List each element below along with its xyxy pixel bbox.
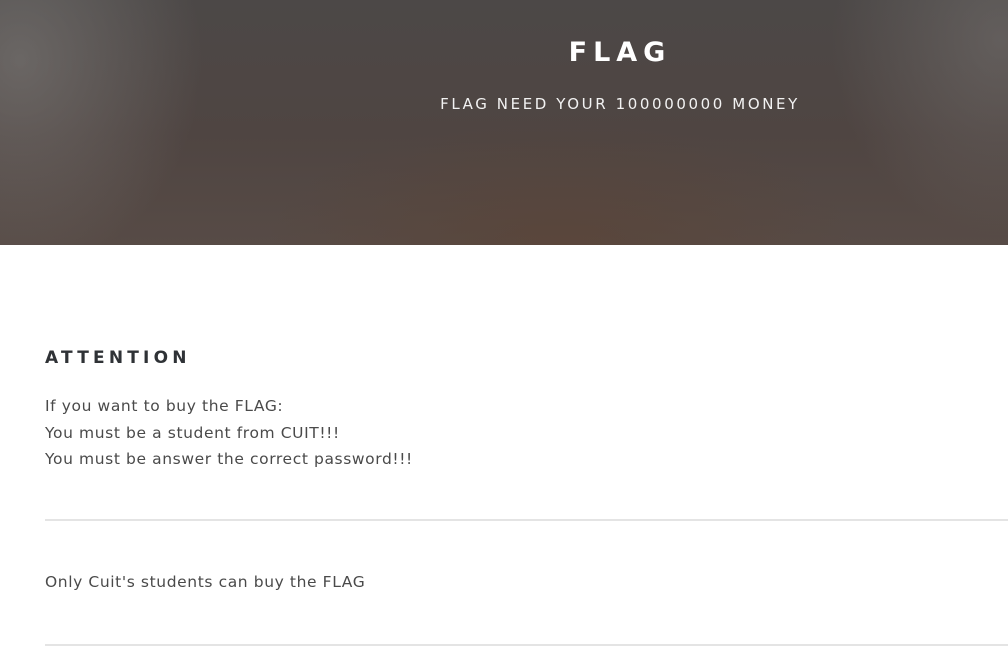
section-heading: ATTENTION [45, 348, 191, 368]
attention-line: If you want to buy the FLAG: [45, 397, 284, 415]
page-title: FLAG [568, 37, 672, 68]
attention-line: You must be a student from CUIT!!! [45, 423, 340, 442]
attention-text: If you want to buy the FLAG: You must be… [45, 393, 413, 473]
divider [45, 519, 1008, 521]
attention-line: You must be answer the correct password!… [45, 450, 413, 468]
divider [45, 644, 1008, 646]
page-subtitle: FLAG NEED YOUR 100000000 MONEY [440, 95, 800, 113]
students-note: Only Cuit's students can buy the FLAG [45, 573, 366, 591]
hero-banner: FLAG FLAG NEED YOUR 100000000 MONEY [0, 0, 1008, 245]
